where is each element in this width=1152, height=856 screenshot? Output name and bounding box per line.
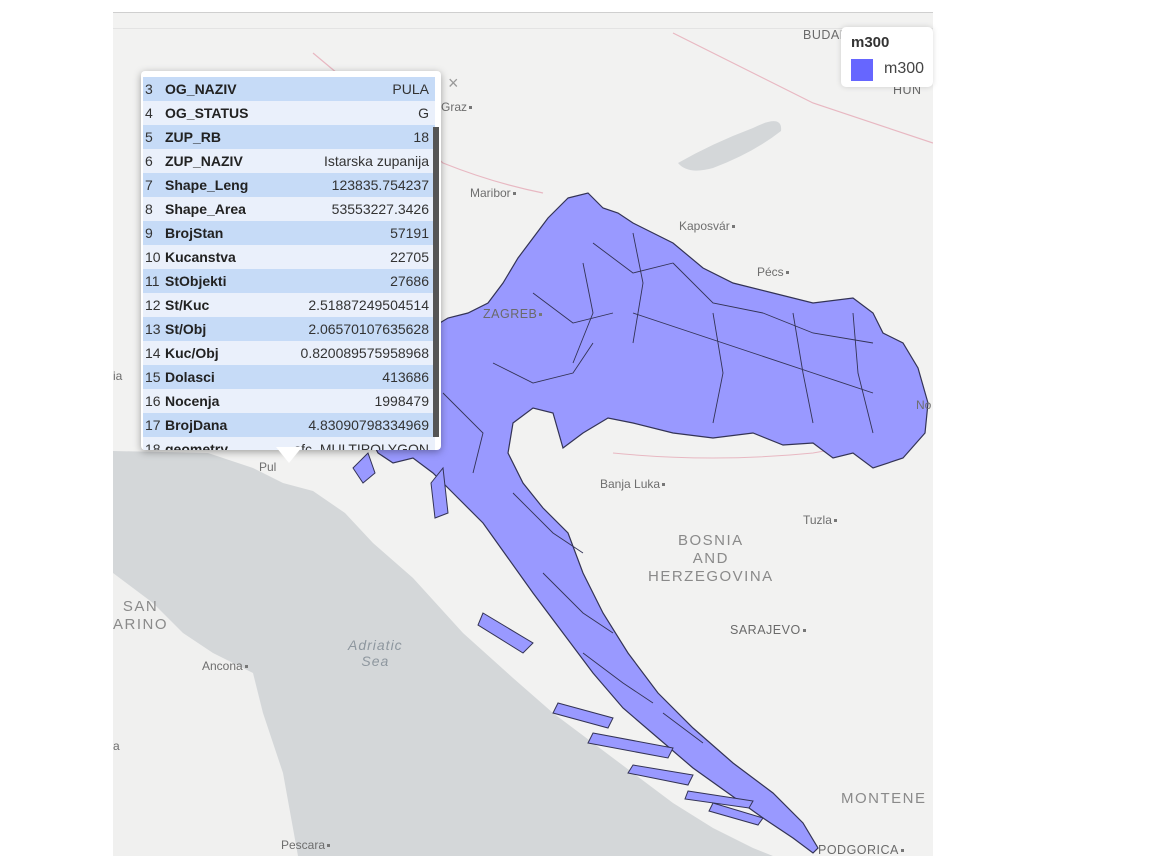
row-index: 5 <box>145 129 153 145</box>
table-row: 10 Kucanstva 22705 <box>143 245 435 269</box>
row-key: St/Obj <box>165 321 207 337</box>
place-left-edge: ia <box>113 369 123 383</box>
row-value: 2.51887249504514 <box>308 297 429 313</box>
row-key: BrojDana <box>165 417 228 433</box>
row-value: G <box>418 105 429 121</box>
table-row: 17 BrojDana 4.83090798334969 <box>143 413 435 437</box>
row-index: 9 <box>145 225 153 241</box>
row-index: 11 <box>145 273 160 289</box>
row-index: 14 <box>145 345 161 361</box>
row-value: 123835.754237 <box>331 177 429 193</box>
row-value: 4.83090798334969 <box>308 417 429 433</box>
place-adriatic-sea: Adriatic Sea <box>348 637 403 669</box>
row-value: 22705 <box>390 249 429 265</box>
table-row: 16 Nocenja 1998479 <box>143 389 435 413</box>
row-index: 17 <box>145 417 161 433</box>
feature-popup[interactable]: 3 OG_NAZIV PULA 4 OG_STATUS G 5 ZUP_RB 18 6 ZUP_NA… <box>141 71 441 450</box>
row-index: 3 <box>145 81 153 97</box>
row-index: 15 <box>145 369 161 385</box>
row-key: StObjekti <box>165 273 227 289</box>
row-value: 27686 <box>390 273 429 289</box>
island <box>477 612 534 654</box>
place-left-edge: a <box>113 739 120 753</box>
place-banja-luka: Banja Luka <box>600 477 666 491</box>
row-value: 1998479 <box>374 393 429 409</box>
row-key: OG_NAZIV <box>165 81 237 97</box>
table-row: 3 OG_NAZIV PULA <box>143 77 435 101</box>
row-index: 16 <box>145 393 161 409</box>
place-sarajevo: SARAJEVO <box>730 623 806 637</box>
row-index: 13 <box>145 321 161 337</box>
place-novi: No <box>916 398 932 412</box>
row-key: St/Kuc <box>165 297 210 313</box>
place-bosnia: BOSNIA AND HERZEGOVINA <box>648 532 774 585</box>
row-value: 413686 <box>382 369 429 385</box>
lake-balaton <box>678 121 782 171</box>
row-value: 2.06570107635628 <box>308 321 429 337</box>
table-row: 13 St/Obj 2.06570107635628 <box>143 317 435 341</box>
map-top-border <box>113 28 933 29</box>
row-value: 18 <box>413 129 429 145</box>
place-graz: Graz <box>441 100 473 114</box>
row-key: ZUP_RB <box>165 129 222 145</box>
table-row: 8 Shape_Area 53553227.3426 <box>143 197 435 221</box>
map-legend: m300 m300 <box>841 27 933 87</box>
row-key: BrojStan <box>165 225 224 241</box>
place-san-marino: SAN ARINO <box>113 598 169 633</box>
row-value: Istarska zupanija <box>323 153 429 169</box>
row-index: 8 <box>145 201 153 217</box>
row-key: geometry <box>165 441 229 450</box>
place-maribor: Maribor <box>470 186 516 200</box>
table-row: 4 OG_STATUS G <box>143 101 435 125</box>
row-key: Kucanstva <box>165 249 236 265</box>
row-key: OG_STATUS <box>165 105 249 121</box>
table-row: 6 ZUP_NAZIV Istarska zupanija <box>143 149 435 173</box>
row-key: Shape_Area <box>165 201 246 217</box>
row-value: 57191 <box>390 225 429 241</box>
island <box>352 452 376 484</box>
row-index: 7 <box>145 177 153 193</box>
place-zagreb: ZAGREB <box>483 307 543 321</box>
place-tuzla: Tuzla <box>803 513 837 527</box>
row-index: 12 <box>145 297 161 313</box>
row-index: 4 <box>145 105 153 121</box>
popup-scrollbar[interactable] <box>433 127 439 437</box>
row-index: 6 <box>145 153 153 169</box>
place-pescara: Pescara <box>281 838 331 852</box>
place-kaposvar: Kaposvár <box>679 219 735 233</box>
table-row: 11 StObjekti 27686 <box>143 269 435 293</box>
place-pecs: Pécs <box>757 265 789 279</box>
attribute-table[interactable]: 3 OG_NAZIV PULA 4 OG_STATUS G 5 ZUP_RB 18 6 ZUP_NA… <box>143 77 435 450</box>
close-icon[interactable]: × <box>448 74 459 92</box>
table-row: 15 Dolasci 413686 <box>143 365 435 389</box>
row-value: 53553227.3426 <box>331 201 429 217</box>
row-value: 0.820089575958968 <box>300 345 429 361</box>
place-montenegro: MONTENE <box>841 790 927 807</box>
table-row: 5 ZUP_RB 18 <box>143 125 435 149</box>
row-key: ZUP_NAZIV <box>165 153 243 169</box>
table-row: 9 BrojStan 57191 <box>143 221 435 245</box>
place-podgorica: PODGORICA <box>818 843 904 856</box>
row-index: 10 <box>145 249 161 265</box>
popup-tip <box>276 447 302 463</box>
place-pula: Pul <box>259 460 277 474</box>
table-row: 12 St/Kuc 2.51887249504514 <box>143 293 435 317</box>
row-index: 18 <box>145 441 161 450</box>
row-key: Dolasci <box>165 369 215 385</box>
legend-title: m300 <box>851 34 890 51</box>
place-ancona: Ancona <box>202 659 248 673</box>
legend-swatch <box>851 59 873 81</box>
row-key: Kuc/Obj <box>165 345 219 361</box>
table-row: 14 Kuc/Obj 0.820089575958968 <box>143 341 435 365</box>
table-row: 7 Shape_Leng 123835.754237 <box>143 173 435 197</box>
row-key: Nocenja <box>165 393 220 409</box>
row-key: Shape_Leng <box>165 177 249 193</box>
row-value: PULA <box>392 81 429 97</box>
legend-label: m300 <box>884 60 925 77</box>
